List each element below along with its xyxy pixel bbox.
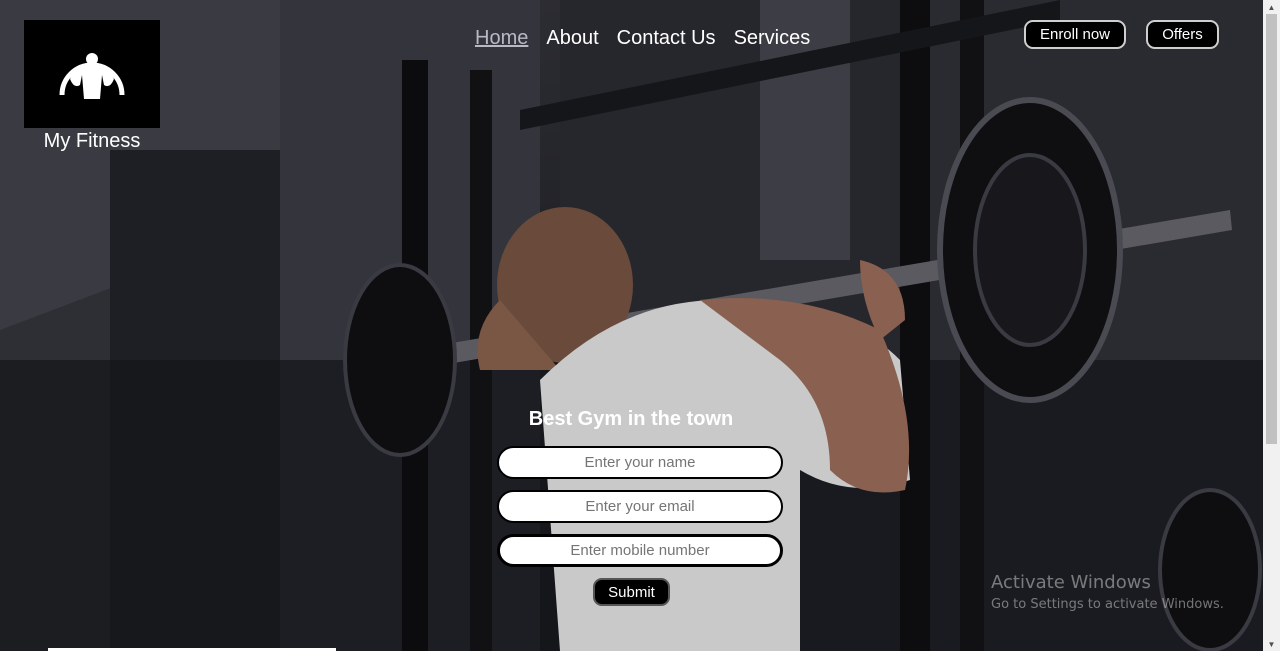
brand-name: My Fitness (43, 130, 141, 152)
activation-watermark: Activate Windows Go to Settings to activ… (991, 572, 1224, 612)
form-title: Best Gym in the town (528, 408, 734, 430)
nav-about[interactable]: About (546, 27, 598, 50)
bodybuilder-icon (59, 53, 125, 99)
vertical-scrollbar[interactable]: ▲ ▼ (1263, 0, 1280, 651)
nav-contact-us[interactable]: Contact Us (617, 27, 716, 50)
scroll-up-icon[interactable]: ▲ (1263, 0, 1280, 14)
scroll-down-icon[interactable]: ▼ (1263, 637, 1280, 651)
main-nav: Home About Contact Us Services (475, 27, 810, 50)
scroll-thumb[interactable] (1266, 14, 1277, 444)
submit-button[interactable]: Submit (593, 578, 670, 606)
logo[interactable] (24, 20, 160, 128)
nav-services[interactable]: Services (734, 27, 811, 50)
enroll-now-button[interactable]: Enroll now (1024, 20, 1126, 49)
email-input[interactable] (497, 490, 783, 523)
watermark-subtitle: Go to Settings to activate Windows. (991, 597, 1224, 612)
mobile-input[interactable] (497, 534, 783, 567)
page: My Fitness Home About Contact Us Service… (0, 0, 1280, 651)
name-input[interactable] (497, 446, 783, 479)
nav-home[interactable]: Home (475, 27, 528, 50)
watermark-title: Activate Windows (991, 572, 1151, 593)
offers-button[interactable]: Offers (1146, 20, 1219, 49)
